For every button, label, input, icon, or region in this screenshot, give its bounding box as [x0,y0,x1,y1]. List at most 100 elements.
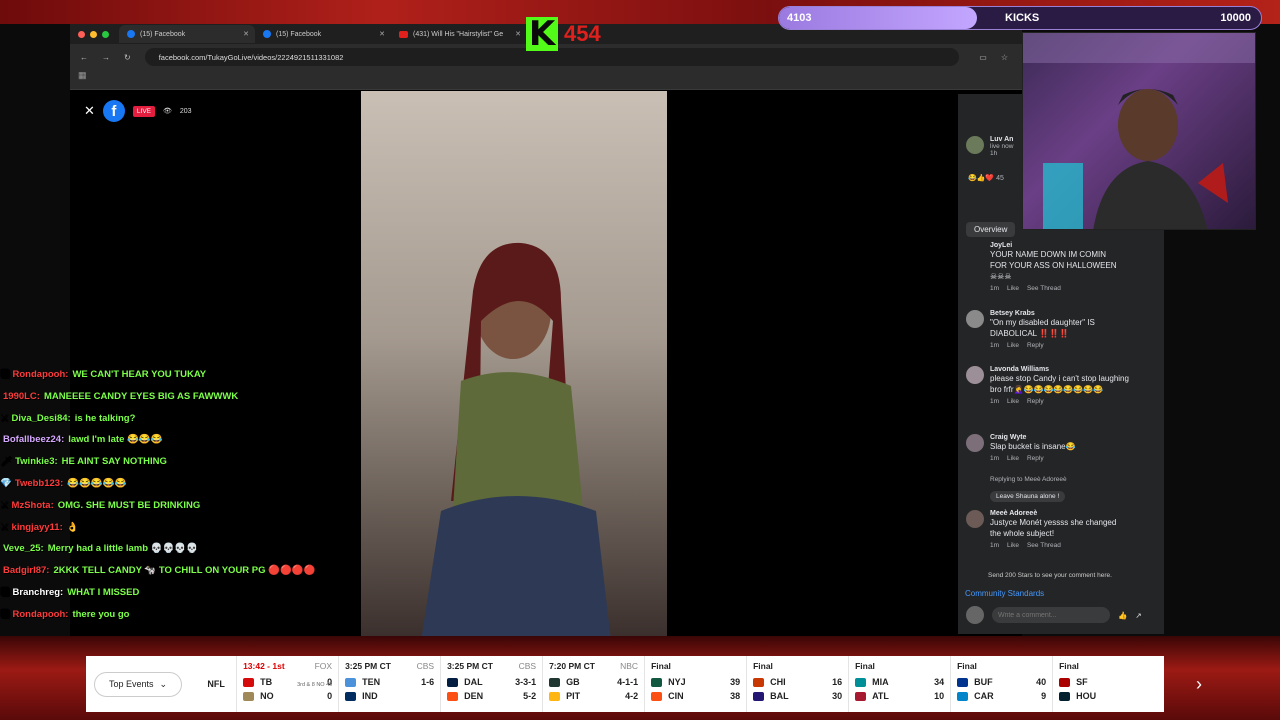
close-icon[interactable]: ✕ [84,103,95,119]
comment-author[interactable]: JoyLei [990,242,1120,249]
game-card[interactable]: Final MIA 34 ATL 10 [848,656,950,712]
team-score: 10 [934,691,945,701]
team-score: 9 [1041,691,1047,701]
reply-link[interactable]: Reply [1027,398,1044,405]
chat-username[interactable]: Twebb123: [15,478,63,489]
goal-label: KICKS [1005,12,1040,24]
like-link[interactable]: Like [1007,542,1019,549]
comment-text: Justyce Monét yessss she changed the who… [990,518,1117,538]
maximize-window-button[interactable] [102,30,109,38]
chat-text: WE CAN'T HEAR YOU TUKAY [72,369,207,380]
chat-username[interactable]: MzShota: [12,500,54,511]
back-icon[interactable]: ← [80,53,88,62]
avatar[interactable] [966,136,984,154]
see-thread-link[interactable]: See Thread [1027,542,1061,549]
host-status: live now [990,143,1014,150]
chat-message: 🅺 Rondapooh: WE CAN'T HEAR YOU TUKAY [0,364,340,386]
apps-grid-icon[interactable]: ▦ [78,70,87,80]
like-link[interactable]: Like [1007,342,1019,349]
top-events-dropdown[interactable]: Top Events ⌄ [94,671,183,697]
tab-facebook-2[interactable]: (15) Facebook ✕ [255,25,391,43]
minimize-window-button[interactable] [90,30,97,38]
facebook-logo-icon[interactable]: f [102,100,125,122]
share-icon[interactable]: ↗ [1135,611,1141,620]
tab-youtube[interactable]: (431) Will His "Hairstylist" Ge ✕ [391,25,527,43]
like-link[interactable]: Like [1007,455,1019,462]
stream-chat: 🅺 Rondapooh: WE CAN'T HEAR YOU TUKAY 1990LC… [0,364,340,626]
comment-text: please stop Candy i can't stop laughing … [990,374,1129,394]
goal-target: 10000 [1220,12,1251,24]
chat-text: WHAT I MISSED [67,586,140,598]
avatar[interactable] [966,310,984,328]
comment-author[interactable]: Craig Wyte [990,434,1130,441]
cast-icon[interactable]: ▭ [979,53,987,62]
reload-icon[interactable]: ↻ [124,53,131,62]
game-card[interactable]: 7:20 PM CT NBC GB 4-1-1 PIT 4-2 [542,656,644,712]
comment-input[interactable] [992,607,1110,623]
game-card[interactable]: Final NYJ 39 CIN 38 [644,656,746,712]
chat-username[interactable]: Bofallbeez24: [3,434,64,445]
stars-prompt[interactable]: Send 200 Stars to see your comment here. [988,572,1112,579]
chat-message: ⚔ kingjayy11: 👌 [0,517,340,539]
game-status: Final [651,661,671,671]
like-icon[interactable]: 👍 [1118,611,1127,620]
bookmarks-bar: ▦ [70,70,1022,90]
live-video-frame[interactable] [361,91,667,636]
game-status: 3:25 PM CT [447,661,493,671]
tab-facebook-1[interactable]: (15) Facebook ✕ [119,25,255,43]
avatar[interactable] [966,434,984,452]
game-card[interactable]: Final SF HOU [1052,656,1154,712]
close-tab-icon[interactable]: ✕ [379,30,385,38]
chevron-right-icon[interactable]: › [1196,674,1202,695]
community-standards-link[interactable]: Community Standards [965,589,1044,598]
avatar[interactable] [966,510,984,528]
chat-username[interactable]: Diva_Desi84: [12,413,71,424]
team-score: 40 [1036,677,1047,687]
see-thread-link[interactable]: See Thread [1027,285,1061,292]
team-score: 1-6 [421,677,435,687]
game-status: 13:42 - 1st [243,661,285,671]
chat-username[interactable]: Veve_25: [3,543,44,554]
chat-message: Bofallbeez24: lawd I'm late 😂😂😂 [0,429,340,451]
chat-username[interactable]: 1990LC: [3,391,40,402]
chat-text: lawd I'm late 😂😂😂 [68,434,163,446]
team-abbr: PIT [566,691,581,701]
comment-author[interactable]: Lavonda Williams [990,366,1130,373]
chat-username[interactable]: Rondapooh: [13,609,69,620]
chat-username[interactable]: Badgirl87: [3,565,49,576]
close-window-button[interactable] [78,30,85,38]
chat-text: Merry had a little lamb 💀💀💀💀 [47,543,198,555]
bookmark-star-icon[interactable]: ☆ [1001,53,1008,62]
comment-author[interactable]: Betsey Krabs [990,310,1130,317]
chat-username[interactable]: Rondapooh: [13,369,69,380]
forward-icon[interactable]: → [102,53,110,62]
reply-bubble: Leave Shauna alone ! [990,491,1066,502]
team-logo-icon [243,677,255,687]
game-card[interactable]: Final BUF 40 CAR 9 [950,656,1052,712]
game-status: Final [957,661,977,671]
chat-message: 💎 Twebb123: 😂😂😂😂😂 [0,473,340,495]
like-link[interactable]: Like [1007,398,1019,405]
game-card[interactable]: 13:42 - 1st FOX TB 0 NO 0 3rd & 8 NO 49 [236,656,338,712]
game-card[interactable]: 3:25 PM CT CBS DAL 3-3-1 DEN 5-2 [440,656,542,712]
host-name[interactable]: Luv An [990,136,1013,143]
chat-text: there you go [72,608,130,620]
like-link[interactable]: Like [1007,285,1019,292]
chat-username[interactable]: Branchreg: [13,587,64,598]
reactions[interactable]: 😂👍❤️ 45 [968,174,1004,182]
chat-username[interactable]: kingjayy11: [12,522,63,533]
chat-username[interactable]: Twinkie3: [15,456,58,467]
close-tab-icon[interactable]: ✕ [515,30,521,38]
eye-icon: 👁 [163,108,172,115]
facebook-icon [127,30,135,38]
game-card[interactable]: 3:25 PM CT CBS TEN 1-6 IND [338,656,440,712]
reply-link[interactable]: Reply [1027,455,1044,462]
comment: Betsey Krabs "On my disabled daughter" IS… [966,310,1130,349]
avatar[interactable] [966,366,984,384]
game-card[interactable]: Final CHI 16 BAL 30 [746,656,848,712]
overview-tab[interactable]: Overview [966,222,1016,237]
comment-author[interactable]: Meeè Adoreeè [990,510,1120,517]
league-label[interactable]: NFL [196,679,236,689]
reply-link[interactable]: Reply [1027,342,1044,349]
close-tab-icon[interactable]: ✕ [243,30,249,38]
